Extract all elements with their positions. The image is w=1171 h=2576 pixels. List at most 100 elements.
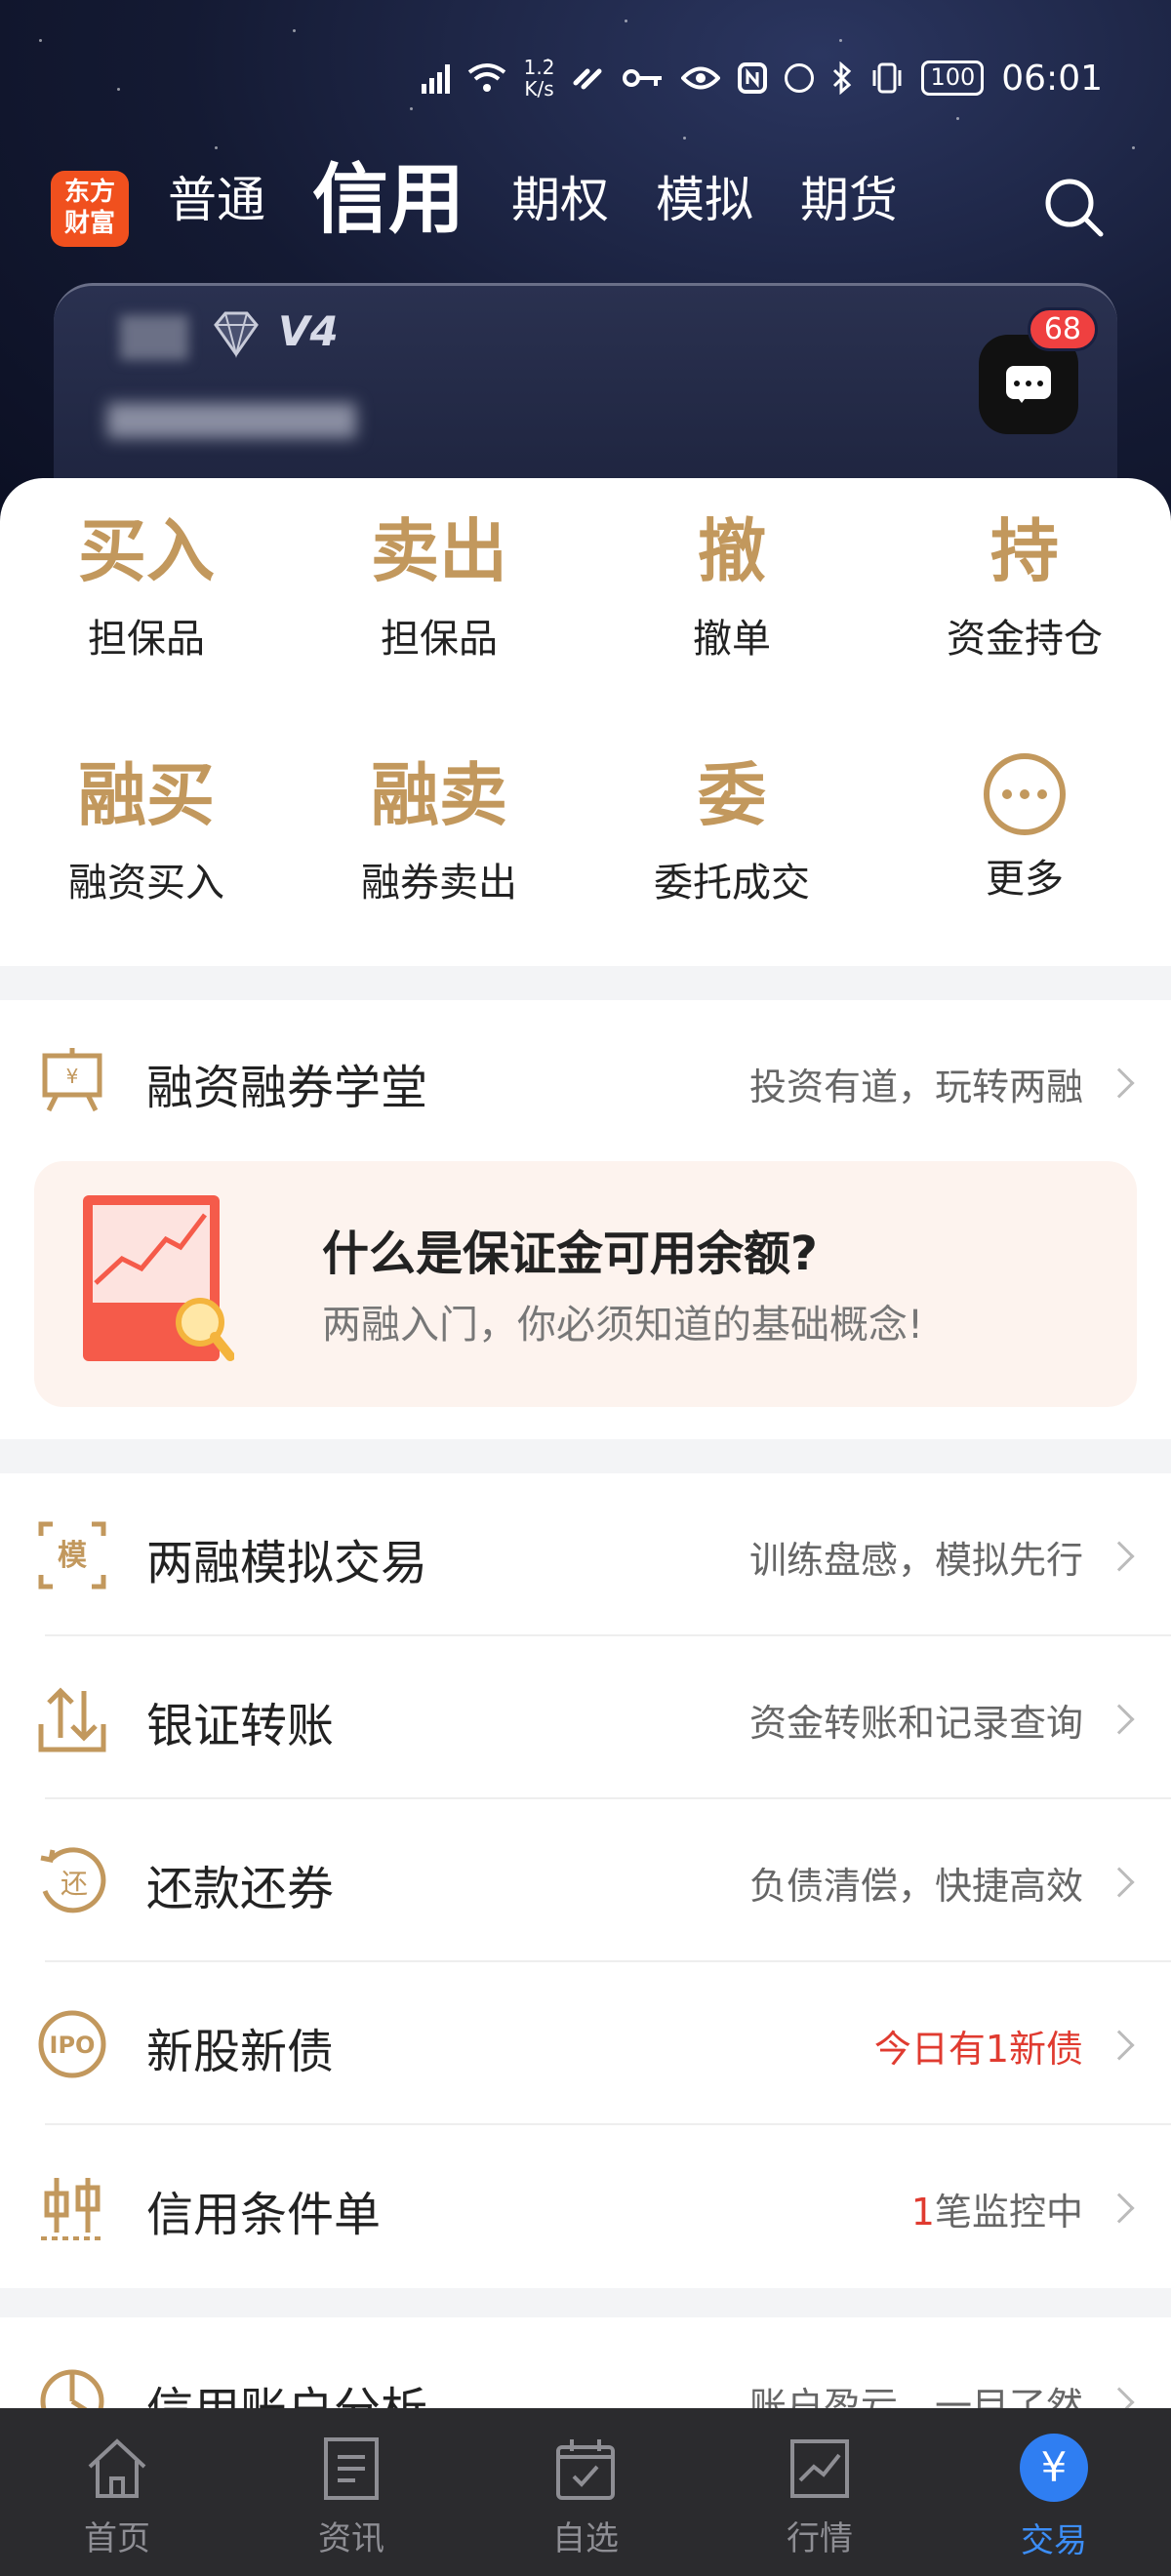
candlestick-icon (41, 2178, 103, 2240)
nav-label: 自选 (552, 2519, 619, 2558)
action-label: 担保品 (381, 617, 498, 662)
action-glyph: 融卖 (371, 754, 507, 835)
watchlist-icon (556, 2439, 615, 2500)
action-label: 担保品 (88, 617, 205, 662)
quick-actions-panel: 买入 担保品 卖出 担保品 撤 撤单 持 资金持仓 融买 融资买入 融卖 融券卖… (0, 478, 1171, 966)
chevron-right-icon (1104, 1541, 1135, 1572)
action-glyph: 委 (698, 754, 766, 835)
transfer-icon (38, 1687, 106, 1752)
more-button[interactable]: 更多 (878, 751, 1171, 904)
orders-trades-button[interactable]: 委 委托成交 (586, 751, 878, 907)
repay-icon: 还 (40, 1847, 106, 1913)
row-title: 还款还券 (146, 1862, 335, 1916)
list-item-ipo[interactable]: IPO 新股新债 今日有1新债 (0, 1962, 1171, 2125)
row-subtitle: 今日有1新债 (873, 2028, 1083, 2071)
row-title: 两融模拟交易 (146, 1536, 428, 1590)
header: 1.2 K/s 100 06:01 东方 财富 普通 信用 期权 模拟 期货 V… (0, 0, 1171, 546)
action-label: 融券卖出 (361, 861, 517, 906)
promo-card[interactable]: 什么是保证金可用余额? 两融入门，你必须知道的基础概念! (34, 1161, 1137, 1407)
message-button[interactable]: 68 (979, 307, 1098, 434)
list-item-conditional-order[interactable]: 信用条件单 1笔监控中 (0, 2125, 1171, 2288)
row-subtitle: 资金转账和记录查询 (748, 1702, 1083, 1745)
ipo-icon: IPO (38, 2010, 106, 2078)
row-subtitle: 投资有道，玩转两融 (748, 1066, 1083, 1108)
action-label: 委托成交 (654, 861, 810, 906)
nav-label: 首页 (84, 2519, 150, 2558)
action-label: 融资买入 (68, 861, 224, 906)
row-title: 融资融券学堂 (146, 1061, 428, 1115)
easel-icon: ¥ (42, 1048, 102, 1112)
margin-school-row[interactable]: ¥ 融资融券学堂 投资有道，玩转两融 (0, 1000, 1171, 1166)
message-count-badge: 68 (1027, 307, 1098, 351)
nav-market[interactable]: 行情 (703, 2408, 937, 2576)
chevron-right-icon (1104, 2030, 1135, 2061)
yuan-icon: ¥ (1020, 2434, 1088, 2502)
bluetooth-icon (833, 61, 852, 95)
tab-futures[interactable]: 期货 (800, 161, 898, 239)
network-speed: 1.2 K/s (523, 56, 555, 101)
chevron-right-icon (1104, 1067, 1135, 1099)
nav-label: 资讯 (318, 2519, 384, 2558)
nfc-icon (738, 62, 768, 94)
wifi-icon (467, 63, 505, 92)
eye-icon (681, 66, 721, 90)
list-item-margin-simulation[interactable]: 模 两融模拟交易 训练盘感，模拟先行 (0, 1473, 1171, 1636)
svg-text:模: 模 (58, 1539, 87, 1573)
search-icon[interactable] (1042, 176, 1105, 238)
list-item-bank-transfer[interactable]: 银证转账 资金转账和记录查询 (0, 1636, 1171, 1799)
sell-collateral-button[interactable]: 卖出 担保品 (293, 507, 586, 664)
nav-trade[interactable]: ¥ 交易 (937, 2408, 1171, 2576)
news-icon (324, 2437, 379, 2500)
chart-magnifier-icon (83, 1195, 234, 1361)
svg-text:IPO: IPO (50, 2032, 96, 2059)
margin-school-section: ¥ 融资融券学堂 投资有道，玩转两融 什么是保证金可用余额? 两融入门，你必须知… (0, 1000, 1171, 1439)
link-icon (573, 68, 602, 90)
tab-simulation[interactable]: 模拟 (656, 161, 753, 239)
status-bar: 1.2 K/s 100 06:01 (421, 56, 1103, 101)
chevron-right-icon (1104, 1867, 1135, 1898)
alarm-icon (785, 63, 815, 93)
buy-collateral-button[interactable]: 买入 担保品 (0, 507, 293, 664)
tab-credit[interactable]: 信用 (312, 161, 464, 239)
masked-username (120, 315, 188, 360)
chevron-right-icon (1104, 1704, 1135, 1735)
battery-indicator: 100 (921, 60, 985, 96)
nav-watchlist[interactable]: 自选 (468, 2408, 703, 2576)
home-icon (88, 2438, 146, 2498)
market-icon (790, 2439, 849, 2498)
tab-options[interactable]: 期权 (511, 161, 609, 239)
row-title: 新股新债 (146, 2025, 335, 2079)
credit-services-list: 模 两融模拟交易 训练盘感，模拟先行 银证转账 资金转账和记录查询 还 还款还券… (0, 1473, 1171, 2288)
action-glyph: 持 (990, 510, 1059, 591)
simulation-icon: 模 (38, 1521, 106, 1590)
list-item-account-analysis[interactable]: 信用账户分析 账户盈亏，一目了然 (0, 2317, 1171, 2415)
list-item-repayment[interactable]: 还 还款还券 负债清偿，快捷高效 (0, 1799, 1171, 1962)
cancel-order-button[interactable]: 撤 撤单 (586, 507, 878, 664)
action-label: 更多 (986, 857, 1064, 902)
svg-text:¥: ¥ (66, 1065, 79, 1088)
chevron-right-icon (1104, 2193, 1135, 2224)
action-glyph: 撤 (698, 510, 766, 591)
nav-label: 行情 (787, 2519, 853, 2558)
app-logo: 东方 财富 (51, 171, 129, 247)
action-glyph: 买入 (78, 510, 215, 591)
row-subtitle: 负债清偿，快捷高效 (748, 1865, 1083, 1908)
positions-button[interactable]: 持 资金持仓 (878, 507, 1171, 664)
action-label: 资金持仓 (947, 617, 1103, 662)
short-sell-button[interactable]: 融卖 融券卖出 (293, 751, 586, 907)
nav-home[interactable]: 首页 (0, 2408, 234, 2576)
signal-icon (421, 62, 450, 94)
tab-normal[interactable]: 普通 (168, 161, 265, 239)
nav-label: 交易 (1021, 2521, 1087, 2560)
promo-title: 什么是保证金可用余额? (322, 1227, 818, 1281)
action-label: 撤单 (693, 617, 771, 662)
vibrate-icon (872, 62, 902, 94)
row-title: 银证转账 (146, 1699, 335, 1753)
margin-buy-button[interactable]: 融买 融资买入 (0, 751, 293, 907)
action-glyph: 卖出 (371, 510, 507, 591)
masked-account-number (107, 403, 356, 438)
action-glyph: 融买 (78, 754, 215, 835)
more-icon (984, 753, 1066, 835)
svg-text:还: 还 (61, 1868, 88, 1900)
nav-news[interactable]: 资讯 (234, 2408, 468, 2576)
